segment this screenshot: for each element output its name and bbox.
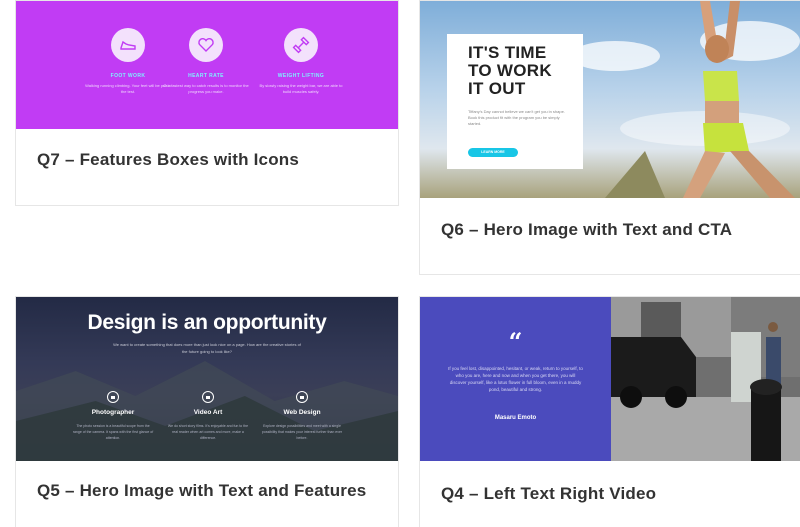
heart-icon: [189, 28, 223, 62]
feature-title: HEART RATE: [188, 73, 224, 79]
card-title[interactable]: Q7 – Features Boxes with Icons: [37, 147, 384, 172]
hero-heading: Design is an opportunity: [87, 311, 327, 334]
feature-desc: Our fastest way to catch results is to m…: [163, 83, 249, 94]
quote-icon: “: [508, 327, 523, 356]
quote-author: Masaru Emoto: [494, 415, 537, 421]
learn-more-button[interactable]: LEARN MORE: [468, 148, 518, 157]
hero-text: Tiffany's Day cannot believe we can't ge…: [468, 109, 565, 126]
monitor-icon: [296, 391, 308, 403]
feature-title: Photographer: [91, 409, 135, 416]
hero-subtext: We want to create something that does mo…: [113, 342, 301, 354]
feature-title: WEIGHT LIFTING: [277, 73, 325, 79]
feature-box: WEIGHT LIFTING By slowly raising the wei…: [251, 28, 351, 95]
card-thumbnail[interactable]: Design is an opportunity We want to crea…: [16, 297, 398, 461]
card-q7[interactable]: FOOT WORK Walking running climbing. Your…: [15, 0, 399, 206]
feature-desc: Explore design possibilities and meet wi…: [261, 424, 343, 440]
card-q5[interactable]: Design is an opportunity We want to crea…: [15, 296, 399, 527]
camera-icon: [107, 391, 119, 403]
hero-heading: IT'S TIME TO WORK IT OUT: [468, 43, 552, 98]
street-video-frame: [611, 297, 800, 461]
feature-desc: The photo session is a beautiful scope f…: [72, 424, 154, 440]
card-q4[interactable]: “ If you feel lost, disappointed, hesita…: [419, 296, 800, 527]
hero-text-box: IT'S TIME TO WORK IT OUT Tiffany's Day c…: [447, 34, 583, 169]
feature-box: Photographer The photo session is a beau…: [58, 391, 168, 441]
athlete-photo: [605, 1, 795, 198]
quote-panel: “ If you feel lost, disappointed, hesita…: [420, 297, 611, 461]
video-icon: [202, 391, 214, 403]
feature-box: Web Design Explore design possibilities …: [247, 391, 357, 441]
card-title[interactable]: Q4 – Left Text Right Video: [441, 481, 786, 506]
card-thumbnail[interactable]: FOOT WORK Walking running climbing. Your…: [16, 1, 398, 129]
feature-title: Web Design: [283, 409, 321, 416]
dumbbell-icon: [284, 28, 318, 62]
card-q6[interactable]: IT'S TIME TO WORK IT OUT Tiffany's Day c…: [419, 0, 800, 275]
card-title[interactable]: Q5 – Hero Image with Text and Features: [37, 478, 384, 503]
shoe-icon: [111, 28, 145, 62]
feature-desc: By slowly raising the weight bar, we are…: [259, 83, 343, 94]
card-thumbnail[interactable]: IT'S TIME TO WORK IT OUT Tiffany's Day c…: [420, 1, 800, 198]
card-thumbnail[interactable]: “ If you feel lost, disappointed, hesita…: [420, 297, 800, 461]
feature-box: HEART RATE Our fastest way to catch resu…: [156, 28, 256, 95]
video-panel[interactable]: [611, 297, 800, 461]
card-title[interactable]: Q6 – Hero Image with Text and CTA: [441, 217, 786, 242]
quote-text: If you feel lost, disappointed, hesitant…: [448, 366, 583, 392]
